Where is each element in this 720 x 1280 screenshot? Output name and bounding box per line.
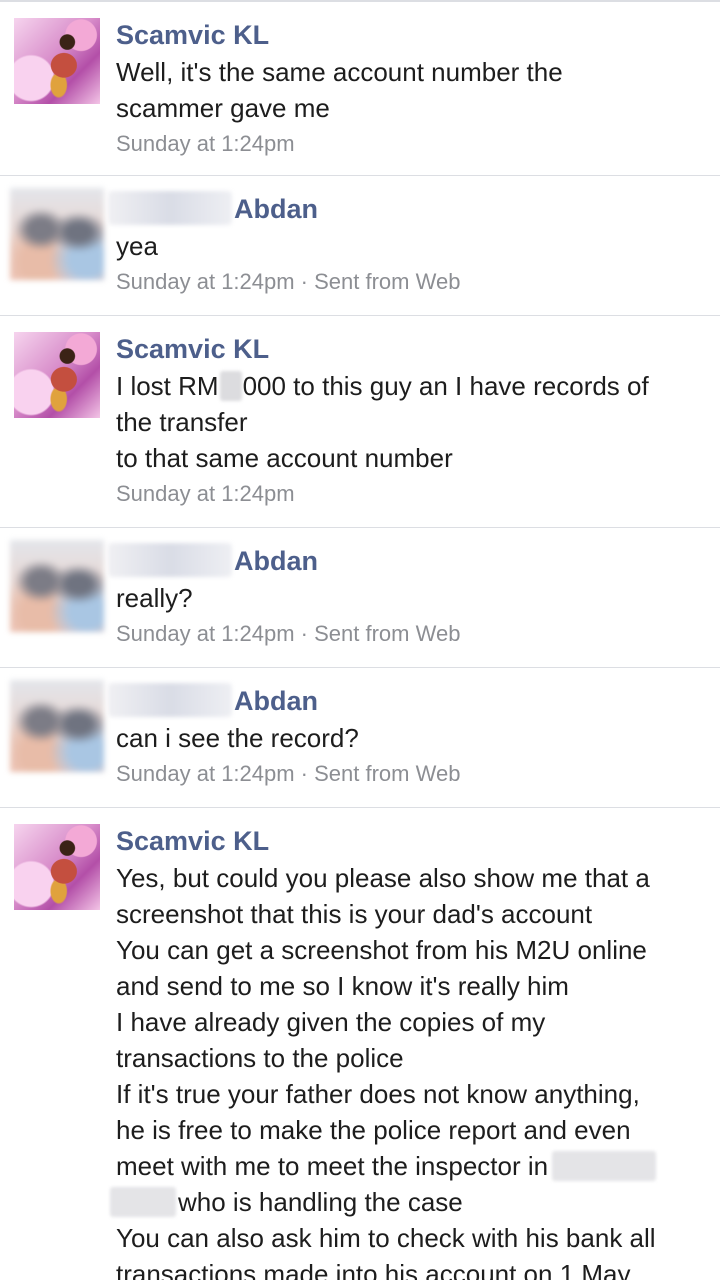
message-line: he is free to make the police report and… bbox=[116, 1115, 631, 1145]
sender-name[interactable]: Abdan bbox=[234, 686, 318, 716]
sender-name[interactable]: Abdan bbox=[234, 546, 318, 576]
redacted-location bbox=[552, 1151, 657, 1181]
message-timestamp: Sunday at 1:24pm bbox=[116, 481, 295, 506]
avatar[interactable] bbox=[14, 824, 100, 910]
avatar[interactable] bbox=[10, 540, 104, 632]
avatar[interactable] bbox=[10, 188, 104, 280]
message-line: to that same account number bbox=[116, 443, 453, 473]
message-line: I have already given the copies of my bbox=[116, 1007, 546, 1037]
message-line: really? bbox=[116, 583, 193, 613]
message-line: You can also ask him to check with his b… bbox=[116, 1223, 656, 1253]
message-item[interactable]: Scamvic KL I lost RM 000 to this guy an I… bbox=[0, 316, 720, 529]
sender-name[interactable]: Scamvic KL bbox=[116, 334, 269, 364]
message-line: meet with me to meet the inspector in bbox=[116, 1148, 712, 1184]
sender-name[interactable]: Abdan bbox=[234, 194, 318, 224]
message-fragment: 000 to this guy an I have records of bbox=[242, 371, 649, 401]
message-line: the transfer bbox=[116, 407, 248, 437]
message-item[interactable]: Abdan really? Sunday at 1:24pm · Sent fr… bbox=[0, 528, 720, 669]
message-line: If it's true your father does not know a… bbox=[116, 1079, 640, 1109]
redacted-amount bbox=[219, 371, 242, 401]
message-line: Yes, but could you please also show me t… bbox=[116, 863, 650, 893]
message-text: can i see the record? bbox=[116, 720, 712, 756]
message-line: screenshot that this is your dad's accou… bbox=[116, 899, 593, 929]
message-text: yea bbox=[116, 228, 712, 264]
message-line: transactions made into his account on 1 … bbox=[116, 1259, 631, 1280]
avatar[interactable] bbox=[10, 680, 104, 772]
message-line: scammer gave me bbox=[116, 93, 330, 123]
avatar[interactable] bbox=[14, 332, 100, 418]
message-line: yea bbox=[116, 231, 158, 261]
redacted-name bbox=[108, 191, 232, 225]
message-timestamp: Sunday at 1:24pm · Sent from Web bbox=[116, 269, 461, 294]
message-fragment: I lost RM bbox=[116, 371, 219, 401]
message-timestamp: Sunday at 1:24pm · Sent from Web bbox=[116, 621, 461, 646]
message-line: who is handling the case bbox=[110, 1184, 712, 1220]
message-line: can i see the record? bbox=[116, 723, 359, 753]
message-line: Well, it's the same account number the bbox=[116, 57, 563, 87]
message-item[interactable]: Abdan can i see the record? Sunday at 1:… bbox=[0, 668, 720, 809]
message-line: transactions to the police bbox=[116, 1043, 404, 1073]
message-timestamp: Sunday at 1:24pm bbox=[116, 131, 295, 156]
message-line: and send to me so I know it's really him bbox=[116, 971, 569, 1001]
sender-name[interactable]: Scamvic KL bbox=[116, 826, 269, 856]
message-fragment: meet with me to meet the inspector in bbox=[116, 1151, 549, 1181]
message-item[interactable]: Abdan yea Sunday at 1:24pm · Sent from W… bbox=[0, 176, 720, 317]
message-text: really? bbox=[116, 580, 712, 616]
message-timestamp: Sunday at 1:24pm · Sent from Web bbox=[116, 761, 461, 786]
redacted-name bbox=[108, 683, 232, 717]
message-line: I lost RM 000 to this guy an I have recor… bbox=[116, 368, 712, 404]
message-text: Well, it's the same account number the s… bbox=[116, 54, 712, 126]
redacted-location bbox=[110, 1187, 176, 1217]
message-item[interactable]: Scamvic KL Well, it's the same account n… bbox=[0, 0, 720, 177]
redacted-name bbox=[108, 543, 232, 577]
avatar[interactable] bbox=[14, 18, 100, 104]
sender-name[interactable]: Scamvic KL bbox=[116, 20, 269, 50]
message-text: Yes, but could you please also show me t… bbox=[110, 860, 712, 1280]
message-thread[interactable]: Scamvic KL Well, it's the same account n… bbox=[0, 0, 720, 1280]
message-item[interactable]: Scamvic KL Yes, but could you please als… bbox=[0, 808, 720, 1280]
message-fragment: who is handling the case bbox=[178, 1187, 463, 1217]
message-text: I lost RM 000 to this guy an I have recor… bbox=[116, 368, 712, 476]
message-line: You can get a screenshot from his M2U on… bbox=[116, 935, 647, 965]
